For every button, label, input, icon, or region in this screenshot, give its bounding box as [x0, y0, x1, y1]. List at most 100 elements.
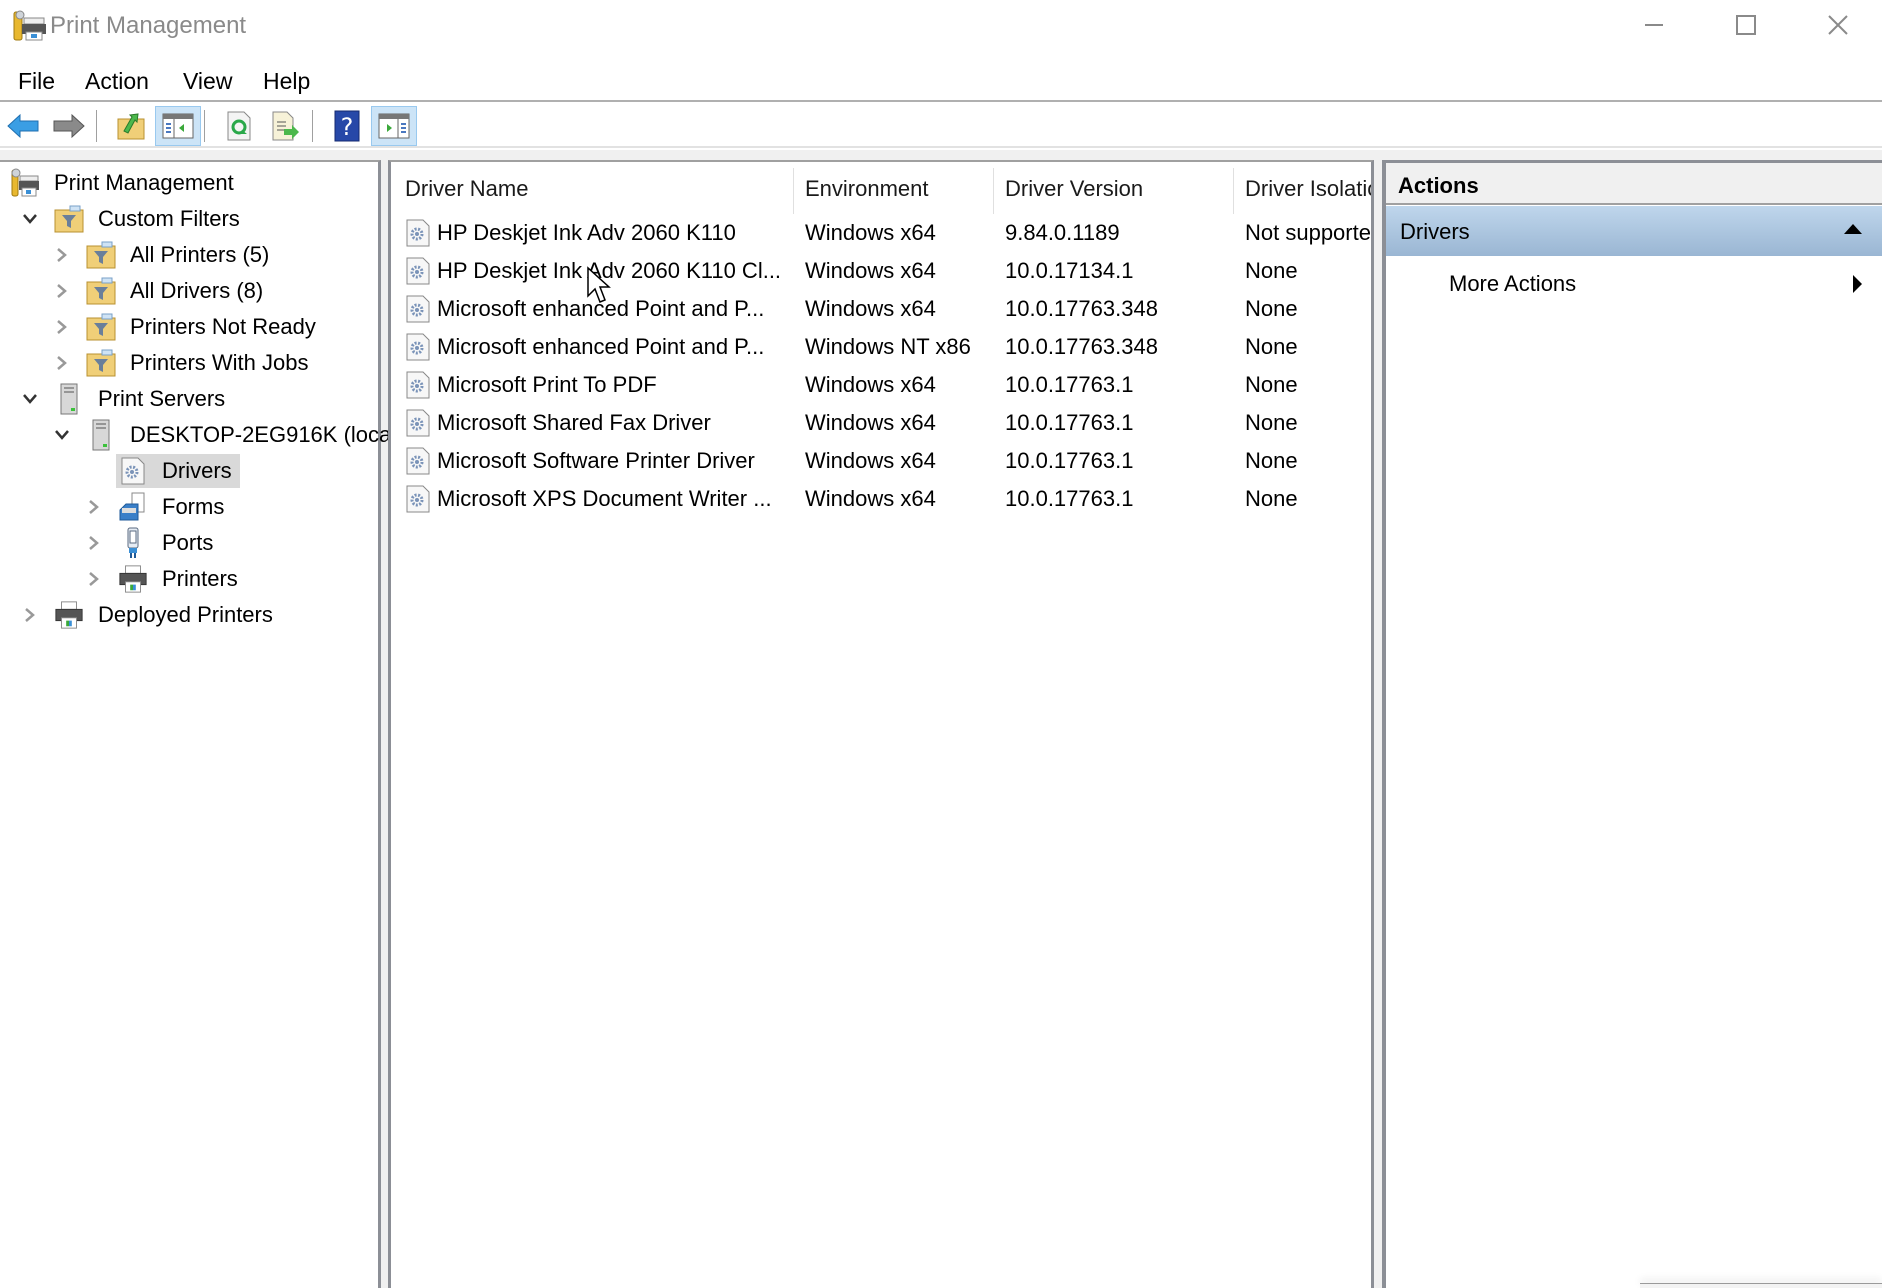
title-bar: Print Management [0, 0, 1882, 52]
cell-name: Microsoft Shared Fax Driver [437, 410, 711, 435]
console-tree[interactable]: Print Management Custom Filters All Printe… [0, 160, 403, 1288]
driver-icon [405, 257, 431, 285]
help-button[interactable]: ? [324, 106, 370, 146]
expand-chevron-down-icon[interactable] [52, 425, 72, 445]
tree-item[interactable]: DESKTOP-2EG916K (local) [52, 418, 411, 452]
column-header-driver-isolation[interactable]: Driver Isolation [1245, 176, 1371, 202]
column-header-driver-version[interactable]: Driver Version [1005, 176, 1143, 202]
cell-version: 9.84.0.1189 [1005, 220, 1120, 245]
tree-item-content[interactable]: All Drivers (8) [84, 274, 271, 308]
tree-item-label: Drivers [162, 458, 232, 483]
tree-item[interactable]: All Drivers (8) [52, 274, 271, 308]
expand-chevron-down-icon[interactable] [20, 389, 40, 409]
toolbar-separator [312, 110, 313, 142]
column-divider[interactable] [793, 168, 794, 214]
filter-folder-icon [86, 240, 116, 270]
tree-item[interactable]: Custom Filters [20, 202, 248, 236]
tree-item[interactable]: Drivers [84, 454, 240, 488]
tree-item[interactable]: Printers With Jobs [52, 346, 317, 380]
export-list-button[interactable] [262, 106, 308, 146]
menu-help[interactable]: Help [259, 66, 314, 97]
list-header: Driver Name Environment Driver Version D… [391, 162, 1371, 214]
svg-text:?: ? [341, 113, 354, 141]
driver-row[interactable]: Microsoft enhanced Point and P... Windows… [391, 290, 1371, 328]
expand-chevron-right-icon[interactable] [20, 605, 40, 625]
tree-item[interactable]: Forms [84, 490, 232, 524]
action-more-actions[interactable]: More Actions [1386, 261, 1882, 305]
cell-version: 10.0.17763.348 [1005, 334, 1158, 359]
expand-chevron-right-icon[interactable] [84, 533, 104, 553]
column-divider[interactable] [993, 168, 994, 214]
driver-row[interactable]: Microsoft Shared Fax Driver Windows x64 10… [391, 404, 1371, 442]
refresh-button[interactable] [216, 106, 262, 146]
driver-row[interactable]: Microsoft Print To PDF Windows x64 10.0.17… [391, 366, 1371, 404]
forward-button[interactable] [46, 106, 92, 146]
cell-isolation: None [1245, 334, 1298, 359]
tree-item[interactable]: Printers Not Ready [52, 310, 324, 344]
expand-chevron-right-icon[interactable] [52, 353, 72, 373]
menu-action[interactable]: Action [81, 66, 153, 97]
toolbar-separator [96, 110, 97, 142]
cell-environment: Windows x64 [805, 410, 936, 435]
column-header-environment[interactable]: Environment [805, 176, 929, 202]
cell-version: 10.0.17763.1 [1005, 486, 1134, 511]
cell-environment: Windows x64 [805, 486, 936, 511]
driver-row[interactable]: HP Deskjet Ink Adv 2060 K110 Cl... Window… [391, 252, 1371, 290]
menu-view[interactable]: View [179, 66, 236, 97]
tree-item-content[interactable]: Printers Not Ready [84, 310, 324, 344]
show-hide-console-tree-button[interactable] [155, 106, 201, 146]
tree-item-label: Print Management [54, 170, 234, 195]
tree-item-content[interactable]: DESKTOP-2EG916K (local) [84, 418, 411, 452]
tree-item-content[interactable]: Print Management [8, 166, 242, 200]
tree-item-content[interactable]: Drivers [116, 454, 240, 488]
export-list-icon [272, 111, 299, 141]
cell-name: Microsoft XPS Document Writer ... [437, 486, 772, 511]
cell-environment: Windows x64 [805, 448, 936, 473]
up-one-level-button[interactable] [108, 106, 154, 146]
tree-item-content[interactable]: Deployed Printers [52, 598, 281, 632]
tree-item[interactable]: Ports [84, 526, 221, 560]
column-divider[interactable] [1233, 168, 1234, 214]
tree-item-content[interactable]: Printers [116, 562, 246, 596]
tree-item-content[interactable]: Custom Filters [52, 202, 248, 236]
tree-item[interactable]: Print Management [8, 166, 242, 200]
drivers-list[interactable]: Driver Name Environment Driver Version D… [388, 160, 1374, 1288]
console-tree-icon [162, 113, 194, 139]
minimize-button[interactable] [1608, 0, 1700, 50]
driver-icon [405, 219, 431, 247]
expand-chevron-down-icon[interactable] [20, 209, 40, 229]
driver-row[interactable]: Microsoft Software Printer Driver Windows… [391, 442, 1371, 480]
expand-chevron-right-icon[interactable] [52, 281, 72, 301]
tree-item-label: Deployed Printers [98, 602, 273, 627]
back-button[interactable] [0, 106, 46, 146]
driver-row[interactable]: HP Deskjet Ink Adv 2060 K110 Windows x64 9… [391, 214, 1371, 252]
driver-row[interactable]: Microsoft XPS Document Writer ... Windows… [391, 480, 1371, 518]
tree-item-content[interactable]: Ports [116, 526, 221, 560]
tree-item-label: DESKTOP-2EG916K (local) [130, 422, 404, 447]
expand-chevron-right-icon[interactable] [52, 245, 72, 265]
tree-item-content[interactable]: Forms [116, 490, 232, 524]
tree-item[interactable]: Printers [84, 562, 246, 596]
tree-item-content[interactable]: Printers With Jobs [84, 346, 317, 380]
server-icon [86, 419, 116, 451]
tree-item[interactable]: Print Servers [20, 382, 233, 416]
tree-item-content[interactable]: All Printers (5) [84, 238, 277, 272]
driver-row[interactable]: Microsoft enhanced Point and P... Windows… [391, 328, 1371, 366]
column-header-driver-name[interactable]: Driver Name [405, 176, 528, 202]
tree-item[interactable]: All Printers (5) [52, 238, 277, 272]
cell-isolation: None [1245, 448, 1298, 473]
collapse-up-icon[interactable] [1844, 224, 1862, 234]
cell-version: 10.0.17763.1 [1005, 410, 1134, 435]
expand-chevron-right-icon[interactable] [84, 569, 104, 589]
actions-group-drivers[interactable]: Drivers [1386, 206, 1882, 256]
menu-file[interactable]: File [14, 66, 59, 97]
cell-environment: Windows x64 [805, 220, 936, 245]
close-button[interactable] [1792, 0, 1882, 50]
tree-item[interactable]: Deployed Printers [20, 598, 281, 632]
maximize-icon [1736, 15, 1756, 35]
maximize-button[interactable] [1700, 0, 1792, 50]
expand-chevron-right-icon[interactable] [84, 497, 104, 517]
expand-chevron-right-icon[interactable] [52, 317, 72, 337]
show-hide-action-pane-button[interactable] [371, 106, 417, 146]
tree-item-content[interactable]: Print Servers [52, 382, 233, 416]
